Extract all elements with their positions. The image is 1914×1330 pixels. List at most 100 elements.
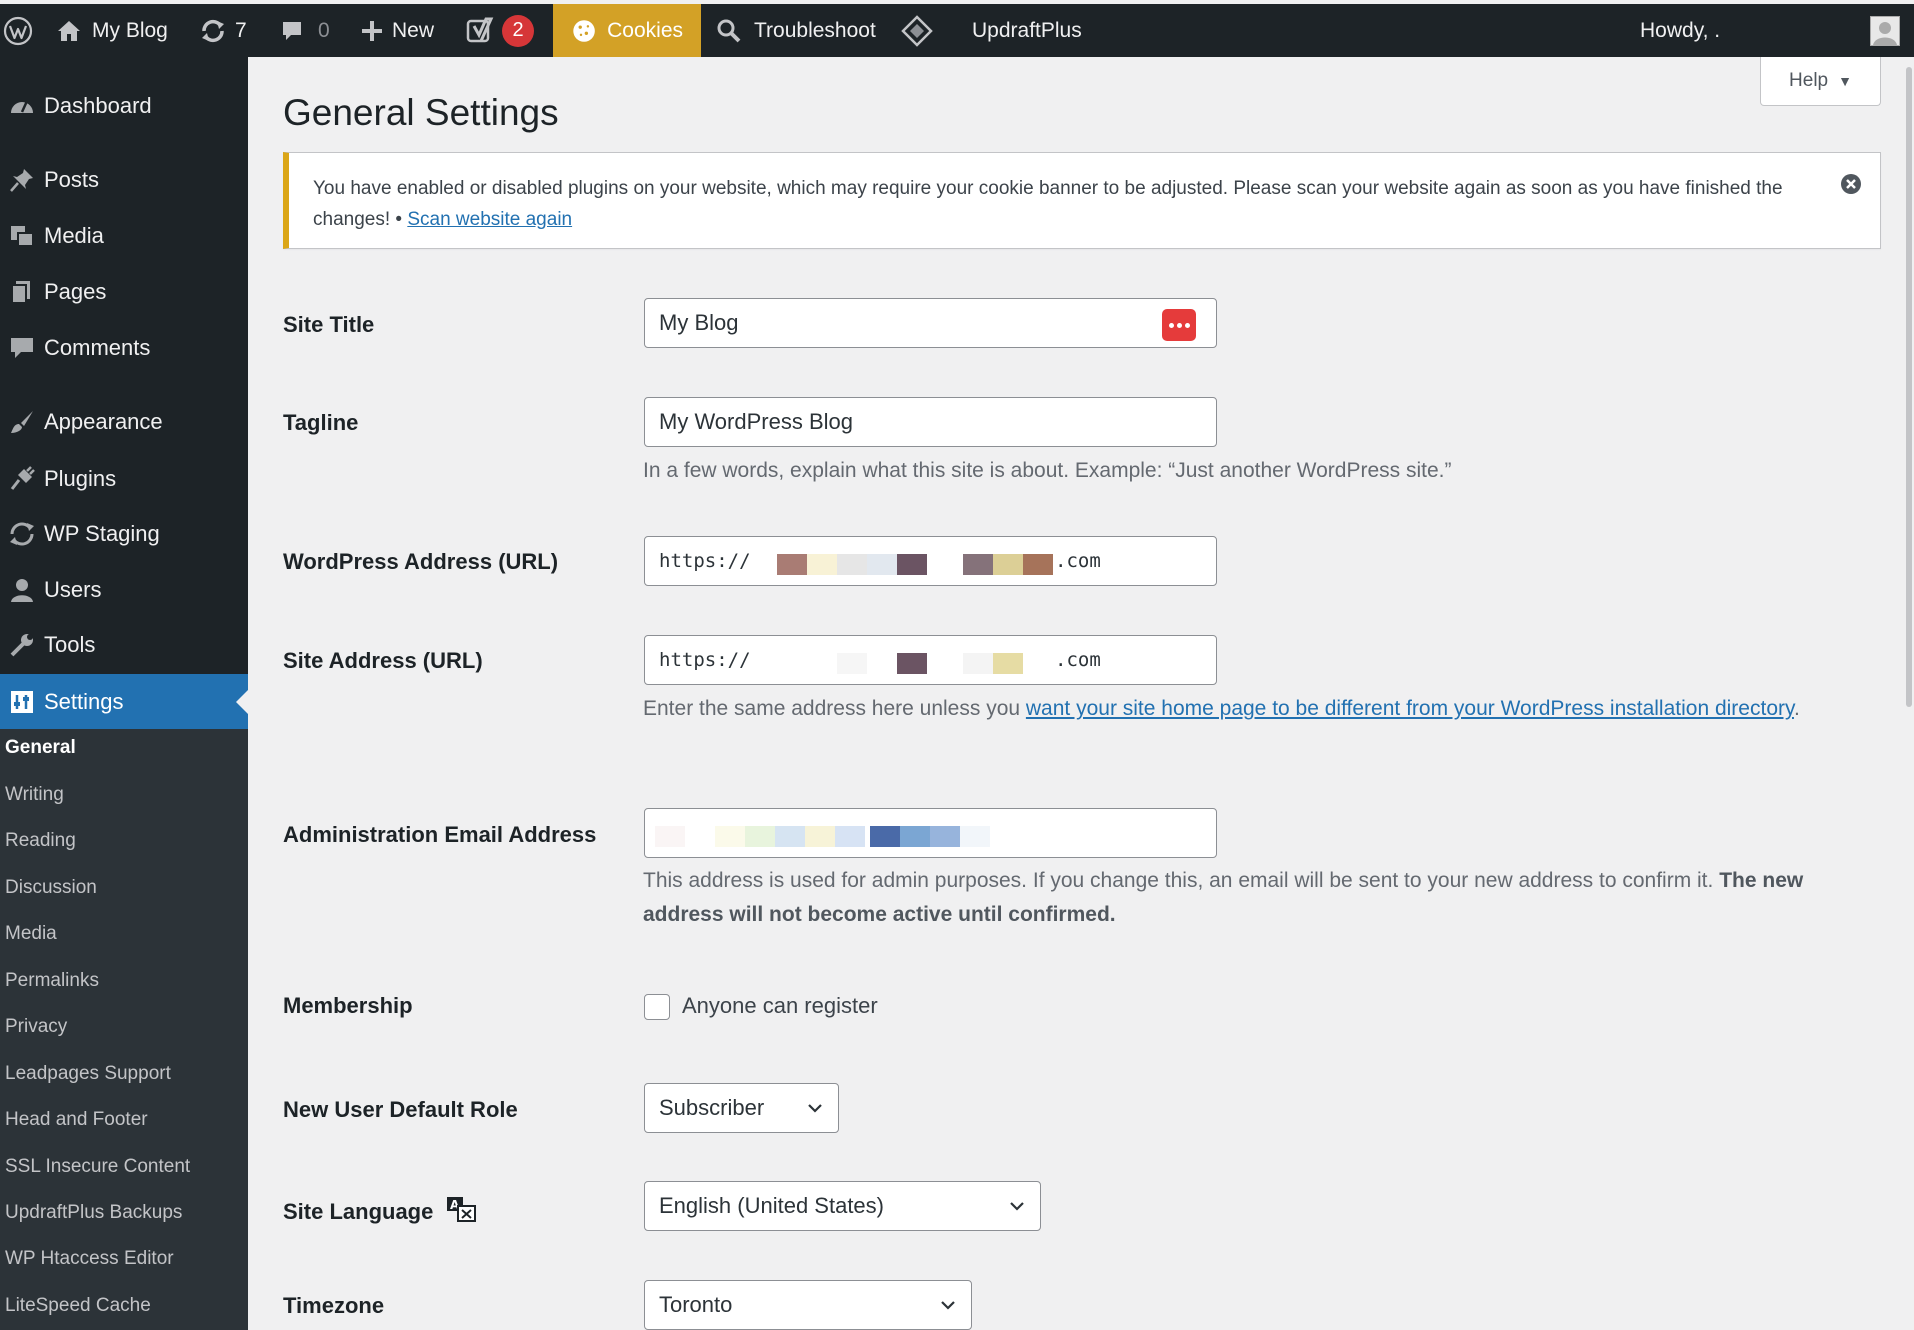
translation-icon: A (447, 1197, 477, 1222)
sidebar-item-media[interactable]: Media (0, 211, 248, 261)
site-title-value: My Blog (659, 310, 739, 335)
redacted-block (900, 826, 930, 847)
submenu-item-privacy[interactable]: Privacy (5, 1016, 67, 1038)
brush-icon (0, 409, 44, 435)
wordpress-logo-icon[interactable] (0, 4, 36, 57)
site-address-description: Enter the same address here unless you w… (643, 692, 1873, 726)
media-icon (0, 223, 44, 249)
chevron-down-icon (1010, 1202, 1024, 1211)
redacted-block (963, 554, 993, 575)
wrench-icon (0, 632, 44, 658)
submenu-item-leadpages-support[interactable]: Leadpages Support (5, 1063, 171, 1085)
howdy-link[interactable]: Howdy, . (1640, 4, 1720, 57)
sidebar-item-appearance[interactable]: Appearance (0, 397, 248, 447)
site-language-label-text: Site Language (283, 1199, 434, 1224)
chevron-down-icon (941, 1301, 955, 1310)
wordpress-address-input[interactable]: https:// .com (644, 536, 1217, 586)
default-role-label: New User Default Role (283, 1097, 518, 1122)
site-language-select[interactable]: English (United States) (644, 1181, 1041, 1231)
sidebar-item-users[interactable]: Users (0, 565, 248, 615)
site-name-label: My Blog (92, 18, 168, 42)
settings-submenu: General Writing Reading Discussion Media… (0, 729, 248, 1330)
submenu-item-reading[interactable]: Reading (5, 830, 76, 852)
redacted-block (930, 826, 960, 847)
membership-label: Membership (283, 993, 413, 1018)
timezone-label: Timezone (283, 1293, 385, 1318)
sidebar-item-settings[interactable]: Settings (0, 674, 248, 729)
redacted-block (807, 554, 837, 575)
comment-icon (0, 335, 44, 361)
pin-icon (0, 167, 44, 193)
sidebar-item-posts[interactable]: Posts (0, 155, 248, 205)
redacted-block (960, 826, 990, 847)
diamond-plugin-icon[interactable] (900, 4, 934, 57)
submenu-item-discussion[interactable]: Discussion (5, 877, 97, 899)
home-page-different-link[interactable]: want your site home page to be different… (1026, 697, 1794, 720)
sidebar-item-label: Pages (44, 279, 107, 304)
avatar[interactable] (1870, 16, 1900, 46)
sidebar-item-dashboard[interactable]: Dashboard (0, 81, 248, 131)
troubleshoot-link[interactable]: Troubleshoot (716, 4, 876, 57)
redacted-block (897, 653, 927, 674)
site-language-label: Site Language A (283, 1195, 477, 1225)
updates-link[interactable]: 7 (199, 4, 247, 57)
redacted-block (1023, 554, 1053, 575)
site-language-value: English (United States) (659, 1193, 884, 1218)
sidebar-item-label: Plugins (44, 466, 117, 491)
tagline-input[interactable]: My WordPress Blog (644, 397, 1217, 447)
sidebar-item-pages[interactable]: Pages (0, 267, 248, 317)
sidebar-item-tools[interactable]: Tools (0, 620, 248, 670)
admin-email-input[interactable] (644, 808, 1217, 858)
redacted-block (775, 826, 805, 847)
updraftplus-link[interactable]: UpdraftPlus (972, 4, 1082, 57)
site-name-link[interactable]: My Blog (56, 4, 168, 57)
howdy-label: Howdy, . (1640, 18, 1721, 42)
tagline-description: In a few words, explain what this site i… (643, 459, 1452, 482)
submenu-item-permalinks[interactable]: Permalinks (5, 970, 99, 992)
sidebar-item-wp-staging[interactable]: WP Staging (0, 509, 248, 559)
scan-website-link[interactable]: Scan website again (407, 209, 572, 230)
timezone-select[interactable]: Toronto (644, 1280, 972, 1330)
wordpress-address-label: WordPress Address (URL) (283, 549, 559, 574)
cookies-label: Cookies (607, 18, 683, 42)
tagline-value: My WordPress Blog (659, 409, 853, 434)
new-content-link[interactable]: New (360, 4, 434, 57)
site-title-label: Site Title (283, 312, 375, 337)
scrollbar-thumb[interactable] (1906, 67, 1912, 707)
cookie-notice: You have enabled or disabled plugins on … (283, 152, 1881, 249)
submenu-item-media[interactable]: Media (5, 923, 57, 945)
site-title-input[interactable]: My Blog (644, 298, 1217, 348)
submenu-item-ssl-insecure-content[interactable]: SSL Insecure Content (5, 1156, 190, 1178)
admin-bar: My Blog 7 0 New 2 Cookies Troubleshoot U… (0, 4, 1914, 57)
comments-count: 0 (318, 18, 330, 42)
default-role-select[interactable]: Subscriber (644, 1083, 839, 1133)
settings-icon (0, 689, 44, 715)
notice-text: You have enabled or disabled plugins on … (313, 173, 1813, 235)
submenu-item-writing[interactable]: Writing (5, 784, 64, 806)
sidebar-item-label: Tools (44, 632, 96, 657)
submenu-item-general[interactable]: General (5, 737, 76, 759)
redacted-block (655, 826, 685, 847)
anyone-can-register-label[interactable]: Anyone can register (682, 993, 878, 1019)
password-manager-icon[interactable] (1162, 309, 1196, 341)
help-button[interactable]: Help ▼ (1760, 57, 1881, 106)
submenu-item-wp-htaccess-editor[interactable]: WP Htaccess Editor (5, 1248, 174, 1270)
redacted-block (777, 554, 807, 575)
cookies-link[interactable]: Cookies (553, 4, 701, 57)
page-title: General Settings (283, 92, 559, 133)
site-address-input[interactable]: https:// .com (644, 635, 1217, 685)
updates-icon (202, 19, 224, 42)
submenu-item-head-and-footer[interactable]: Head and Footer (5, 1109, 148, 1131)
close-icon[interactable] (1840, 173, 1862, 195)
sidebar-item-plugins[interactable]: Plugins (0, 454, 248, 504)
tagline-label: Tagline (283, 410, 359, 435)
sidebar-item-comments[interactable]: Comments (0, 323, 248, 373)
yoast-link[interactable]: 2 (466, 4, 534, 57)
submenu-item-litespeed-cache[interactable]: LiteSpeed Cache (5, 1295, 151, 1317)
anyone-can-register-checkbox[interactable] (644, 994, 670, 1020)
admin-email-label: Administration Email Address (283, 822, 597, 847)
cookie-icon (573, 19, 595, 42)
page-scrollbar[interactable] (1904, 57, 1914, 1330)
submenu-item-updraftplus-backups[interactable]: UpdraftPlus Backups (5, 1202, 182, 1224)
comments-link[interactable]: 0 (280, 4, 330, 57)
